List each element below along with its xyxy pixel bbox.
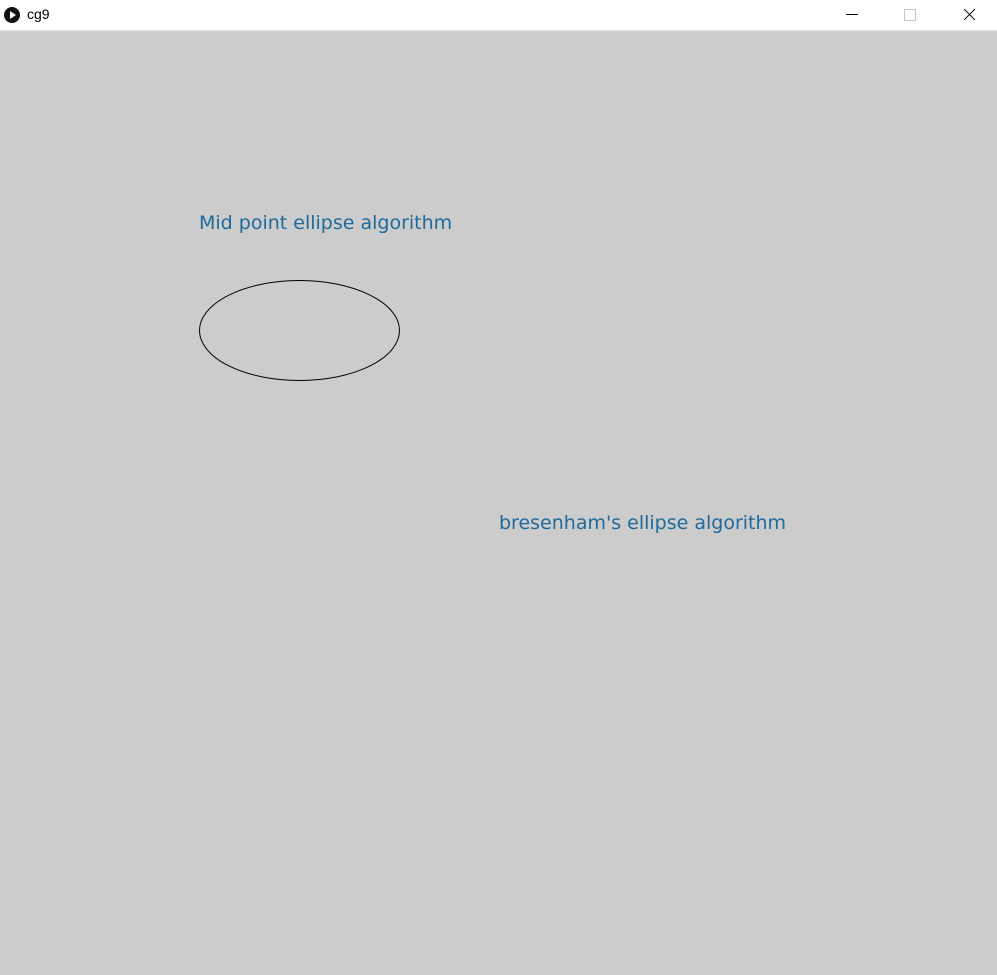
processing-play-icon (4, 7, 20, 23)
close-button[interactable] (945, 0, 991, 30)
drawing-surface (199, 280, 400, 381)
window-title: cg9 (27, 6, 50, 22)
maximize-button[interactable] (887, 0, 933, 30)
midpoint-ellipse (199, 280, 400, 381)
app-window: cg9 Mid point ellipse algorithm bresenha… (0, 0, 997, 975)
bresenham-label: bresenham's ellipse algorithm (499, 512, 787, 534)
midpoint-label: Mid point ellipse algorithm (199, 212, 453, 234)
title-bar[interactable]: cg9 (0, 0, 997, 31)
minimize-button[interactable] (829, 0, 875, 30)
sketch-canvas: Mid point ellipse algorithm bresenham's … (0, 31, 997, 975)
